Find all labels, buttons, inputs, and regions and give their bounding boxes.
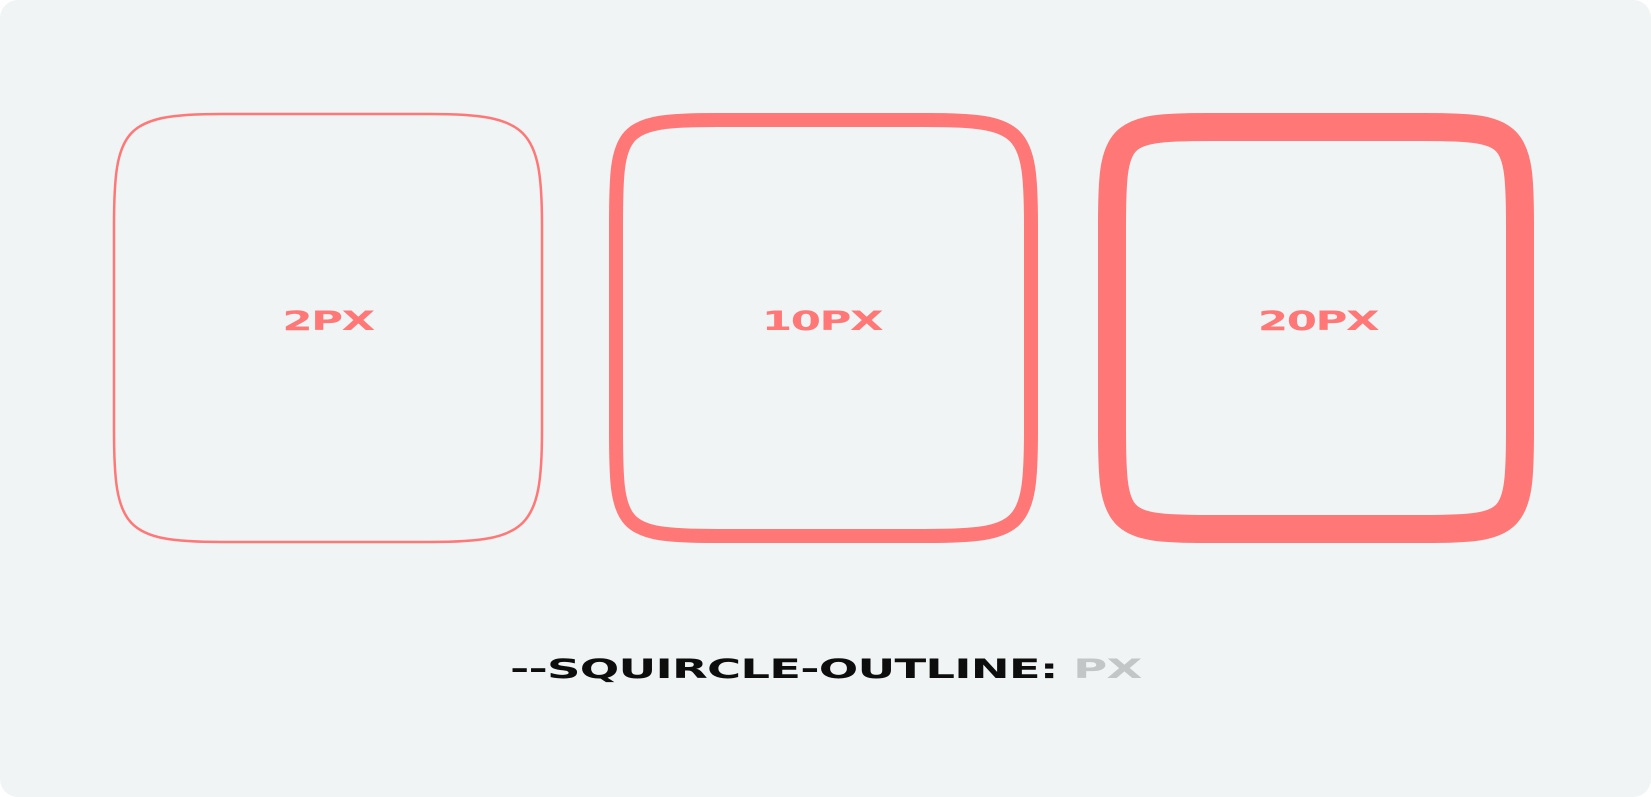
squircle-label-10px: 10PX (761, 305, 884, 338)
caption-unit: PX (1072, 653, 1142, 686)
caption-property: --SQUIRCLE-OUTLINE: (509, 653, 1059, 686)
squircle-label-20px: 20PX (1257, 305, 1380, 338)
demo-card: 2PX 10PX 20PX --SQUIRCLE-OUTLINE: PX (0, 0, 1651, 797)
squircle-label-2px: 2PX (282, 305, 375, 338)
css-property-caption: --SQUIRCLE-OUTLINE: PX (0, 640, 1651, 700)
